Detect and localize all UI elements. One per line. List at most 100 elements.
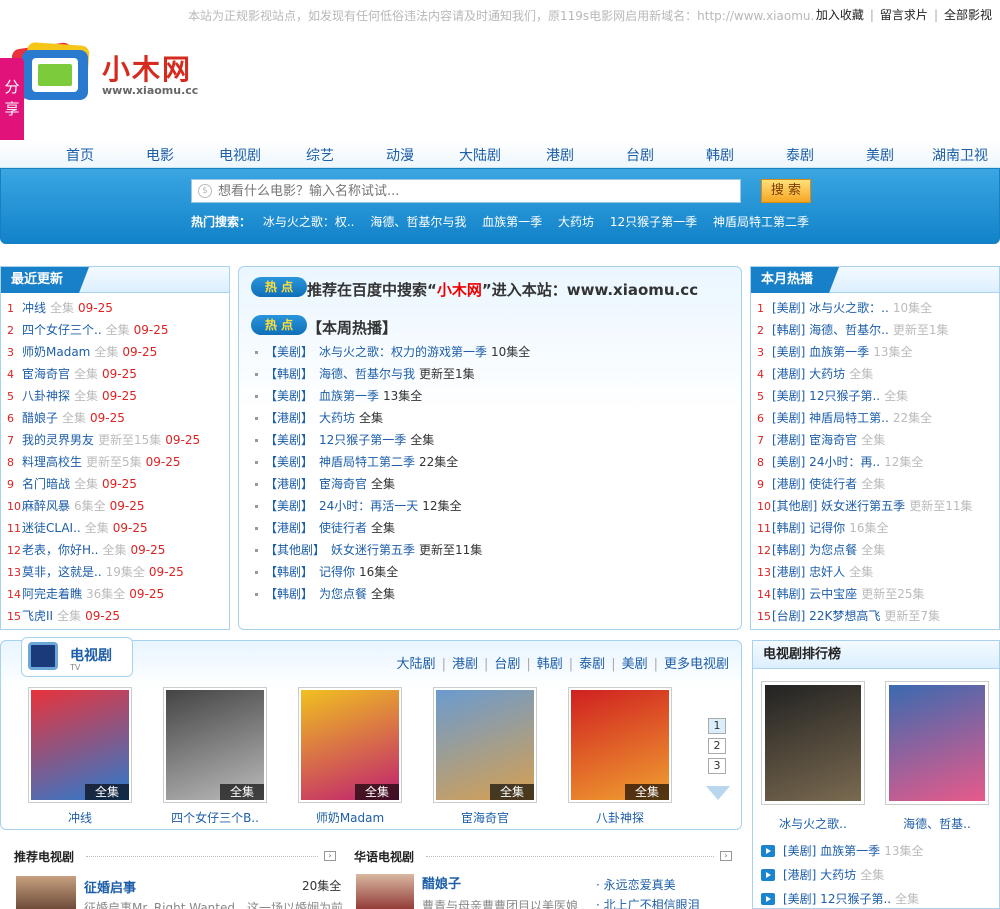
weekly-hot-item[interactable]: 【韩剧】 海德、哲基尔与我 更新至1集 xyxy=(255,363,731,385)
bottom-right-item[interactable]: · 北上广不相信眼泪 xyxy=(596,896,700,909)
nav-mainland[interactable]: 大陆剧 xyxy=(440,145,520,165)
nav-home[interactable]: 首页 xyxy=(40,145,120,165)
weekly-hot-item[interactable]: 【韩剧】 为您点餐 全集 xyxy=(255,583,731,605)
monthly-item[interactable]: 8 [美剧] 24小时：再.. 12集全 xyxy=(757,451,995,473)
tv-poster[interactable]: 全集 xyxy=(433,687,537,803)
tv-link-more[interactable]: 更多电视剧 xyxy=(664,657,729,672)
weekly-hot-item[interactable]: 【韩剧】 记得你 16集全 xyxy=(255,561,731,583)
tv-link-hk[interactable]: 港剧 xyxy=(452,657,478,672)
more-arrow-icon[interactable]: › xyxy=(324,851,336,861)
monthly-item[interactable]: 14[韩剧] 云中宝座 更新至25集 xyxy=(757,583,995,605)
ranking-item[interactable]: [美剧] 12只猴子第.. 全集 xyxy=(761,887,995,909)
recent-item[interactable]: 2 四个女仔三个.. 全集 09-25 xyxy=(7,319,225,341)
add-favorite-link[interactable]: 加入收藏 xyxy=(816,8,864,22)
monthly-item[interactable]: 11[韩剧] 记得你 16集全 xyxy=(757,517,995,539)
nav-hk[interactable]: 港剧 xyxy=(520,145,600,165)
monthly-item[interactable]: 12[韩剧] 为您点餐 全集 xyxy=(757,539,995,561)
recent-item[interactable]: 3 师奶Madam 全集 09-25 xyxy=(7,341,225,363)
bottom-mid-title[interactable]: 醋娘子 xyxy=(422,873,461,892)
hot-search-link[interactable]: 大药坊 xyxy=(558,215,594,229)
tv-link-korean[interactable]: 韩剧 xyxy=(537,657,563,672)
thumbnail-image[interactable] xyxy=(356,874,414,909)
more-arrow-icon[interactable]: › xyxy=(720,851,732,861)
recent-item[interactable]: 14阿完走着瞧 36集全 09-25 xyxy=(7,583,225,605)
hot-search-link[interactable]: 12只猴子第一季 xyxy=(610,215,697,229)
monthly-item[interactable]: 4 [港剧] 大药坊 全集 xyxy=(757,363,995,385)
ranking-poster[interactable] xyxy=(885,681,989,805)
search-input[interactable] xyxy=(218,180,738,202)
recent-item[interactable]: 11迷徒CLAI.. 全集 09-25 xyxy=(7,517,225,539)
recent-item[interactable]: 4 宦海奇官 全集 09-25 xyxy=(7,363,225,385)
bottom-right-item[interactable]: · 永远恋爱真美 xyxy=(596,876,676,893)
tv-link-mainland[interactable]: 大陆剧 xyxy=(397,657,436,672)
ranking-item[interactable]: [美剧] 血族第一季 13集全 xyxy=(761,839,995,863)
weekly-hot-item[interactable]: 【美剧】 神盾局特工第二季 22集全 xyxy=(255,451,731,473)
monthly-item[interactable]: 6 [美剧] 神盾局特工第.. 22集全 xyxy=(757,407,995,429)
tv-link-us[interactable]: 美剧 xyxy=(622,657,648,672)
tv-poster[interactable]: 全集 xyxy=(568,687,672,803)
monthly-item[interactable]: 13[港剧] 忠奸人 全集 xyxy=(757,561,995,583)
page-3-button[interactable]: 3 xyxy=(708,758,726,774)
monthly-item[interactable]: 7 [港剧] 宦海奇官 全集 xyxy=(757,429,995,451)
request-movie-link[interactable]: 留言求片 xyxy=(880,8,928,22)
monthly-item[interactable]: 5 [美剧] 12只猴子第.. 全集 xyxy=(757,385,995,407)
bottom-left-title[interactable]: 征婚启事 xyxy=(84,877,136,896)
monthly-item[interactable]: 9 [港剧] 使徒行者 全集 xyxy=(757,473,995,495)
hot-search-link[interactable]: 神盾局特工第二季 xyxy=(713,215,809,229)
nav-tw[interactable]: 台剧 xyxy=(600,145,680,165)
nav-movie[interactable]: 电影 xyxy=(120,145,200,165)
weekly-hot-item[interactable]: 【美剧】 血族第一季 13集全 xyxy=(255,385,731,407)
recent-item[interactable]: 7 我的灵界男友 更新至15集 09-25 xyxy=(7,429,225,451)
ranking-poster[interactable] xyxy=(761,681,865,805)
poster-title[interactable]: 八卦神探 xyxy=(568,809,672,826)
monthly-item[interactable]: 15[台剧] 22K梦想高飞 更新至7集 xyxy=(757,605,995,627)
weekly-hot-item[interactable]: 【港剧】 使徒行者 全集 xyxy=(255,517,731,539)
nav-variety[interactable]: 综艺 xyxy=(280,145,360,165)
ranking-poster-title[interactable]: 海德、哲基.. xyxy=(885,815,989,832)
tv-poster[interactable]: 全集 xyxy=(298,687,402,803)
recent-item[interactable]: 9 名门暗战 全集 09-25 xyxy=(7,473,225,495)
recent-item[interactable]: 12老表，你好H.. 全集 09-25 xyxy=(7,539,225,561)
monthly-item[interactable]: 2 [韩剧] 海德、哲基尔.. 更新至1集 xyxy=(757,319,995,341)
recent-item[interactable]: 15飞虎II 全集 09-25 xyxy=(7,605,225,627)
poster-title[interactable]: 四个女仔三个B.. xyxy=(163,809,267,826)
recent-item[interactable]: 8 料理高校生 更新至5集 09-25 xyxy=(7,451,225,473)
scroll-down-arrow-icon[interactable] xyxy=(706,786,730,800)
monthly-item[interactable]: 1 [美剧] 冰与火之歌：.. 10集全 xyxy=(757,297,995,319)
nav-hunan[interactable]: 湖南卫视 xyxy=(920,145,1000,165)
thumbnail-image[interactable] xyxy=(16,876,76,909)
tv-link-tw[interactable]: 台剧 xyxy=(494,657,520,672)
poster-title[interactable]: 宦海奇官 xyxy=(433,809,537,826)
weekly-hot-item[interactable]: 【美剧】 12只猴子第一季 全集 xyxy=(255,429,731,451)
weekly-hot-item[interactable]: 【港剧】 宦海奇官 全集 xyxy=(255,473,731,495)
recent-item[interactable]: 5 八卦神探 全集 09-25 xyxy=(7,385,225,407)
share-button[interactable]: 分享 xyxy=(0,58,24,144)
nav-tv[interactable]: 电视剧 xyxy=(200,145,280,165)
page-2-button[interactable]: 2 xyxy=(708,738,726,754)
monthly-item[interactable]: 10[其他剧] 妖女迷行第五季 更新至11集 xyxy=(757,495,995,517)
tv-poster[interactable]: 全集 xyxy=(28,687,132,803)
weekly-hot-item[interactable]: 【美剧】 24小时：再活一天 12集全 xyxy=(255,495,731,517)
recent-item[interactable]: 10麻醉风暴 6集全 09-25 xyxy=(7,495,225,517)
poster-title[interactable]: 冲线 xyxy=(28,809,132,826)
site-logo[interactable]: 小木网 www.xiaomu.cc xyxy=(12,38,202,108)
weekly-hot-item[interactable]: 【港剧】 大药坊 全集 xyxy=(255,407,731,429)
tv-link-thai[interactable]: 泰剧 xyxy=(579,657,605,672)
recent-item[interactable]: 6 醋娘子 全集 09-25 xyxy=(7,407,225,429)
nav-anime[interactable]: 动漫 xyxy=(360,145,440,165)
hot-search-link[interactable]: 海德、哲基尔与我 xyxy=(370,215,466,229)
poster-title[interactable]: 师奶Madam xyxy=(298,809,402,826)
weekly-hot-item[interactable]: 【其他剧】 妖女迷行第五季 更新至11集 xyxy=(255,539,731,561)
ranking-poster-title[interactable]: 冰与火之歌.. xyxy=(761,815,865,832)
tv-poster[interactable]: 全集 xyxy=(163,687,267,803)
weekly-hot-item[interactable]: 【美剧】 冰与火之歌：权力的游戏第一季 10集全 xyxy=(255,341,731,363)
nav-korean[interactable]: 韩剧 xyxy=(680,145,760,165)
recent-item[interactable]: 1 冲线 全集 09-25 xyxy=(7,297,225,319)
recent-item[interactable]: 13莫非，这就是.. 19集全 09-25 xyxy=(7,561,225,583)
ranking-item[interactable]: [港剧] 大药坊 全集 xyxy=(761,863,995,887)
nav-us[interactable]: 美剧 xyxy=(840,145,920,165)
hot-search-link[interactable]: 血族第一季 xyxy=(482,215,542,229)
search-button[interactable]: 搜 索 xyxy=(761,179,811,203)
hot-search-link[interactable]: 冰与火之歌：权.. xyxy=(263,215,355,229)
page-1-button[interactable]: 1 xyxy=(708,718,726,734)
